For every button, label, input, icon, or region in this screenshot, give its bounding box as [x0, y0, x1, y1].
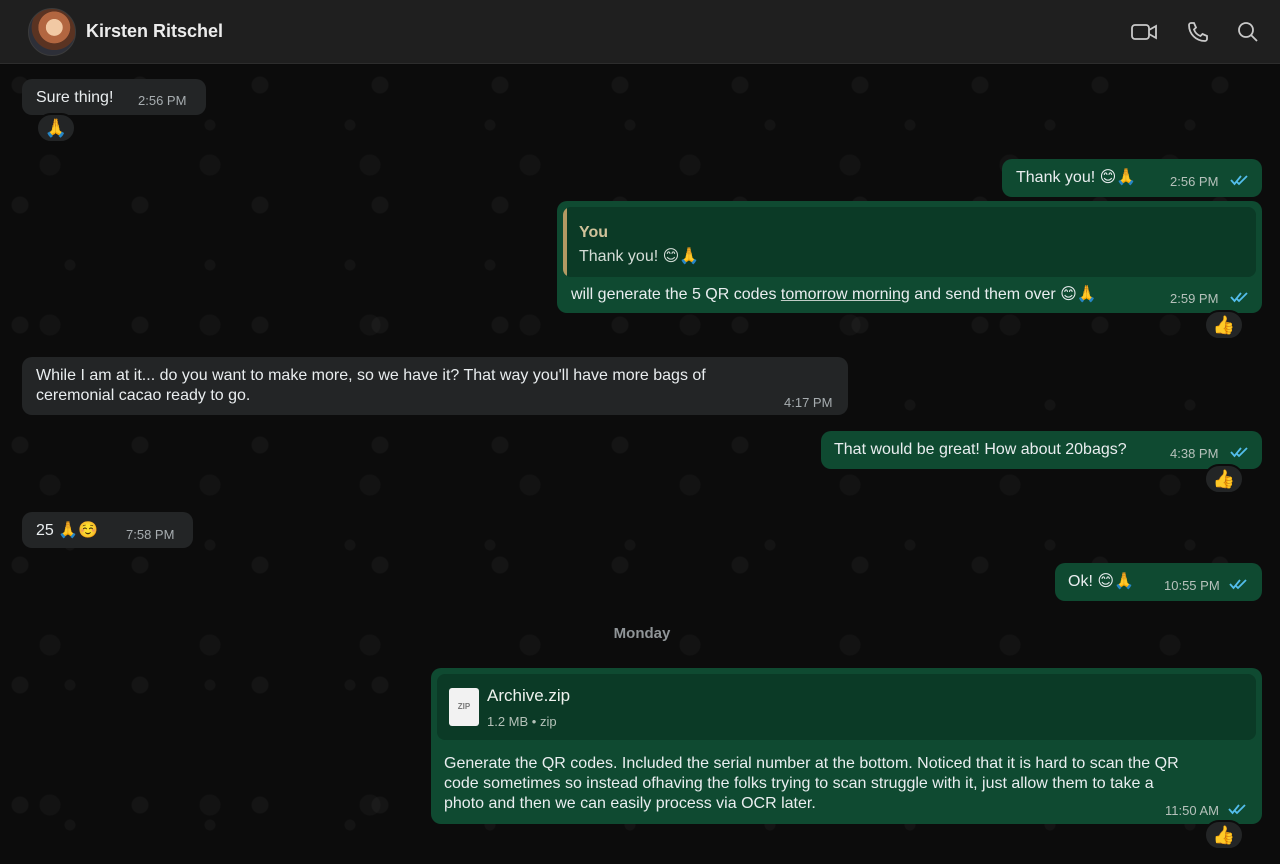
chat-window: Kirsten Ritschel Sure thing! 2:56 PM 🙏 T…: [0, 0, 1280, 864]
date-divider: Monday: [613, 625, 671, 642]
date-link[interactable]: tomorrow morning: [781, 286, 910, 303]
message-outgoing-reply[interactable]: You Thank you! 😊🙏 will generate the 5 QR…: [557, 201, 1262, 313]
contact-avatar[interactable]: [28, 8, 76, 56]
read-receipt-icon: [1229, 576, 1248, 590]
message-outgoing[interactable]: Thank you! 😊🙏 2:56 PM: [1002, 159, 1262, 197]
reaction-badge[interactable]: 👍: [1204, 310, 1244, 340]
message-text-line: While I am at it... do you want to make …: [36, 367, 706, 384]
message-text-end: and send them over 😊🙏: [909, 286, 1097, 303]
voice-call-icon[interactable]: [1184, 18, 1212, 46]
message-time: 7:58 PM: [126, 527, 175, 542]
message-time: 2:56 PM: [138, 93, 187, 108]
read-receipt-icon: [1228, 801, 1247, 815]
reaction-badge[interactable]: 👍: [1204, 820, 1244, 850]
search-icon[interactable]: [1234, 18, 1262, 46]
message-incoming[interactable]: While I am at it... do you want to make …: [22, 357, 848, 415]
message-list[interactable]: Sure thing! 2:56 PM 🙏 Thank you! 😊🙏 2:56…: [0, 65, 1280, 864]
message-text: Sure thing!: [36, 89, 114, 106]
read-receipt-icon: [1230, 289, 1249, 303]
message-time: 2:56 PM: [1170, 174, 1219, 189]
quote-author: You: [579, 224, 609, 241]
file-attachment[interactable]: ZIP Archive.zip 1.2 MB • zip: [437, 674, 1256, 740]
message-time: 11:50 AM: [1165, 803, 1219, 818]
quoted-message[interactable]: You Thank you! 😊🙏: [563, 207, 1256, 277]
reaction-emoji: 👍: [1212, 314, 1236, 335]
message-text-line: photo and then we can easily process via…: [444, 795, 816, 812]
message-time: 2:59 PM: [1170, 291, 1219, 306]
contact-name[interactable]: Kirsten Ritschel: [86, 21, 223, 42]
message-time: 10:55 PM: [1164, 578, 1220, 593]
reaction-badge[interactable]: 👍: [1204, 464, 1244, 494]
message-text-start: will generate the 5 QR codes: [571, 286, 781, 303]
message-time: 4:38 PM: [1170, 446, 1219, 461]
file-name: Archive.zip: [487, 686, 571, 705]
message-text: will generate the 5 QR codes tomorrow mo…: [571, 285, 1097, 305]
message-text-line: ceremonial cacao ready to go.: [36, 387, 251, 404]
message-outgoing[interactable]: Ok! 😊🙏 10:55 PM: [1055, 563, 1262, 601]
reaction-badge[interactable]: 🙏: [36, 113, 76, 143]
read-receipt-icon: [1230, 444, 1249, 458]
reaction-emoji: 🙏: [44, 117, 68, 138]
message-incoming[interactable]: 25 🙏☺️ 7:58 PM: [22, 512, 193, 548]
message-outgoing[interactable]: That would be great! How about 20bags? 4…: [821, 431, 1262, 469]
message-text: 25 🙏☺️: [36, 522, 99, 539]
message-text-line: code sometimes so instead ofhaving the f…: [444, 775, 1154, 792]
message-outgoing-attachment[interactable]: ZIP Archive.zip 1.2 MB • zip Generate th…: [431, 668, 1262, 824]
message-text-line: Generate the QR codes. Included the seri…: [444, 755, 1179, 772]
quote-bar: [563, 207, 567, 277]
video-call-icon[interactable]: [1130, 18, 1158, 46]
chat-header: Kirsten Ritschel: [0, 0, 1280, 64]
message-time: 4:17 PM: [784, 395, 833, 410]
quote-text: Thank you! 😊🙏: [579, 248, 700, 265]
reaction-emoji: 👍: [1212, 824, 1236, 845]
zip-file-icon: ZIP: [449, 688, 479, 726]
file-meta: 1.2 MB • zip: [487, 714, 557, 729]
reaction-emoji: 👍: [1212, 468, 1236, 489]
read-receipt-icon: [1230, 172, 1249, 186]
message-incoming[interactable]: Sure thing! 2:56 PM: [22, 79, 206, 115]
message-text: That would be great! How about 20bags?: [834, 441, 1127, 458]
message-text: Ok! 😊🙏: [1068, 573, 1134, 590]
message-text: Thank you! 😊🙏: [1016, 169, 1137, 186]
